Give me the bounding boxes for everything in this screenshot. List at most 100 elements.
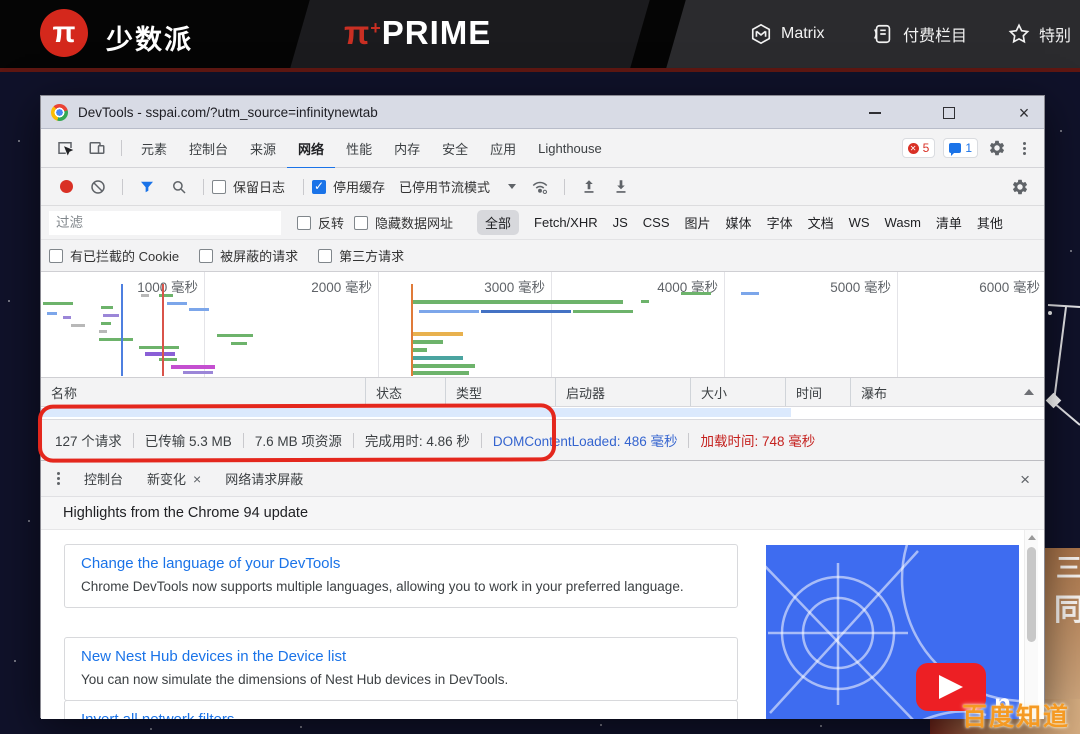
more-options-kebab-icon[interactable] (1023, 147, 1026, 150)
tab-sources[interactable]: 来源 (239, 129, 287, 167)
whats-new-card: New Nest Hub devices in the Device list … (64, 637, 738, 701)
tab-elements[interactable]: 元素 (130, 129, 178, 167)
chevron-down-icon (508, 184, 516, 189)
card-title-link[interactable]: Invert all network filters (81, 711, 721, 719)
filter-type-all[interactable]: 全部 (477, 210, 519, 235)
settings-gear-icon[interactable] (988, 139, 1006, 157)
network-filter-row: 反转 隐藏数据网址 全部 Fetch/XHR JS CSS 图片 媒体 字体 文… (41, 206, 1044, 240)
preserve-log-checkbox[interactable] (212, 180, 226, 194)
filter-type-other[interactable]: 其他 (977, 213, 1003, 232)
disable-cache-checkbox[interactable] (312, 180, 326, 194)
whats-new-card: Change the language of your DevTools Chr… (64, 544, 738, 608)
blocked-requests-checkbox[interactable] (199, 249, 213, 263)
close-tab-icon[interactable]: × (193, 471, 201, 487)
card-body: Chrome DevTools now supports multiple la… (81, 577, 721, 597)
tab-network[interactable]: 网络 (287, 126, 335, 170)
maximize-button[interactable] (929, 96, 969, 129)
card-title-link[interactable]: Change the language of your DevTools (81, 555, 721, 572)
clear-icon[interactable] (89, 178, 107, 196)
network-toolbar: 保留日志 停用缓存 已停用节流模式 (41, 168, 1044, 206)
prime-pi: π (344, 14, 370, 51)
inspect-element-icon[interactable] (56, 139, 74, 157)
network-settings-gear-icon[interactable] (1011, 178, 1029, 196)
blueprint-graphic: n (766, 545, 1019, 719)
nav-label: 特别 (1039, 22, 1071, 46)
network-conditions-icon[interactable] (531, 178, 549, 196)
column-type[interactable]: 类型 (446, 378, 556, 406)
filter-type-manifest[interactable]: 清单 (936, 213, 962, 232)
prime-logo[interactable]: π+PRIME (344, 14, 491, 52)
drawer-kebab-icon[interactable] (57, 477, 60, 480)
message-badge[interactable]: 1 (943, 138, 978, 158)
filter-type-doc[interactable]: 文档 (808, 213, 834, 232)
filter-type-css[interactable]: CSS (643, 215, 670, 230)
baidu-zhidao-watermark: 百度知道 (962, 697, 1070, 733)
tab-memory[interactable]: 内存 (383, 129, 431, 167)
invert-checkbox[interactable] (297, 216, 311, 230)
column-initiator[interactable]: 启动器 (556, 378, 691, 406)
scroll-up-arrow-icon[interactable] (1025, 530, 1039, 544)
nav-item-paid-columns[interactable]: 付费栏目 (872, 0, 967, 68)
scrollbar-thumb[interactable] (1027, 547, 1036, 642)
column-time[interactable]: 时间 (786, 378, 851, 406)
throttling-select[interactable]: 已停用节流模式 (399, 177, 490, 196)
nav-item-special[interactable]: 特别 (1008, 0, 1071, 68)
tab-security[interactable]: 安全 (431, 129, 479, 167)
tab-application[interactable]: 应用 (479, 129, 527, 167)
filter-type-media[interactable]: 媒体 (726, 213, 752, 232)
blocked-requests-label: 被屏蔽的请求 (220, 246, 298, 265)
filter-type-img[interactable]: 图片 (685, 213, 711, 232)
video-thumbnail[interactable]: n (766, 545, 1019, 719)
star-icon (1008, 23, 1030, 45)
sort-ascending-icon[interactable] (1024, 389, 1034, 395)
import-har-icon[interactable] (580, 178, 598, 196)
nav-label: Matrix (781, 25, 825, 43)
whats-new-content: Change the language of your DevTools Chr… (41, 530, 1044, 719)
tab-performance[interactable]: 性能 (335, 129, 383, 167)
drawer-tab-console[interactable]: 控制台 (72, 461, 135, 497)
drawer-tab-network-blocking[interactable]: 网络请求屏蔽 (213, 461, 315, 497)
column-waterfall[interactable]: 瀑布 (851, 378, 1024, 406)
filter-type-wasm[interactable]: Wasm (885, 215, 921, 230)
window-titlebar[interactable]: DevTools - sspai.com/?utm_source=infinit… (41, 96, 1044, 129)
third-party-checkbox[interactable] (318, 249, 332, 263)
export-har-icon[interactable] (612, 178, 630, 196)
column-name[interactable]: 名称 (41, 378, 366, 406)
preserve-log-label: 保留日志 (233, 177, 285, 196)
column-size[interactable]: 大小 (691, 378, 786, 406)
drawer-close-icon[interactable]: × (1020, 461, 1030, 498)
filter-type-font[interactable]: 字体 (767, 213, 793, 232)
site-brand[interactable]: 少数派 (106, 18, 193, 57)
tab-console[interactable]: 控制台 (178, 129, 239, 167)
invert-label: 反转 (318, 213, 344, 232)
nav-item-matrix[interactable]: Matrix (750, 0, 825, 68)
minimize-icon (869, 112, 881, 114)
scrollbar[interactable] (1024, 530, 1038, 719)
window-title: DevTools - sspai.com/?utm_source=infinit… (78, 105, 378, 120)
card-title-link[interactable]: New Nest Hub devices in the Device list (81, 648, 721, 665)
column-status[interactable]: 状态 (366, 378, 446, 406)
blocked-cookies-checkbox[interactable] (49, 249, 63, 263)
filter-type-js[interactable]: JS (613, 215, 628, 230)
close-button[interactable]: × (1004, 96, 1044, 129)
journal-icon (872, 23, 894, 45)
drawer-tab-label: 新变化 (147, 469, 186, 488)
sspai-logo[interactable]: π (40, 9, 88, 57)
error-badge[interactable]: ✕ 5 (902, 138, 936, 158)
star-dot (18, 140, 20, 142)
drawer-tab-whats-new[interactable]: 新变化 × (135, 458, 213, 500)
search-icon[interactable] (170, 178, 188, 196)
filter-type-ws[interactable]: WS (849, 215, 870, 230)
device-toolbar-icon[interactable] (88, 139, 106, 157)
message-icon (949, 143, 961, 153)
minimize-button[interactable] (855, 96, 895, 129)
nav-label: 付费栏目 (903, 22, 967, 46)
filter-funnel-icon[interactable] (138, 178, 156, 196)
filter-input[interactable] (49, 211, 281, 235)
record-button[interactable] (60, 180, 73, 193)
filter-type-fetch-xhr[interactable]: Fetch/XHR (534, 215, 598, 230)
separator (203, 179, 204, 195)
hide-data-urls-checkbox[interactable] (354, 216, 368, 230)
network-overview-timeline[interactable]: 1000 毫秒 2000 毫秒 3000 毫秒 4000 毫秒 5000 毫秒 … (41, 272, 1044, 378)
tab-lighthouse[interactable]: Lighthouse (527, 129, 613, 167)
